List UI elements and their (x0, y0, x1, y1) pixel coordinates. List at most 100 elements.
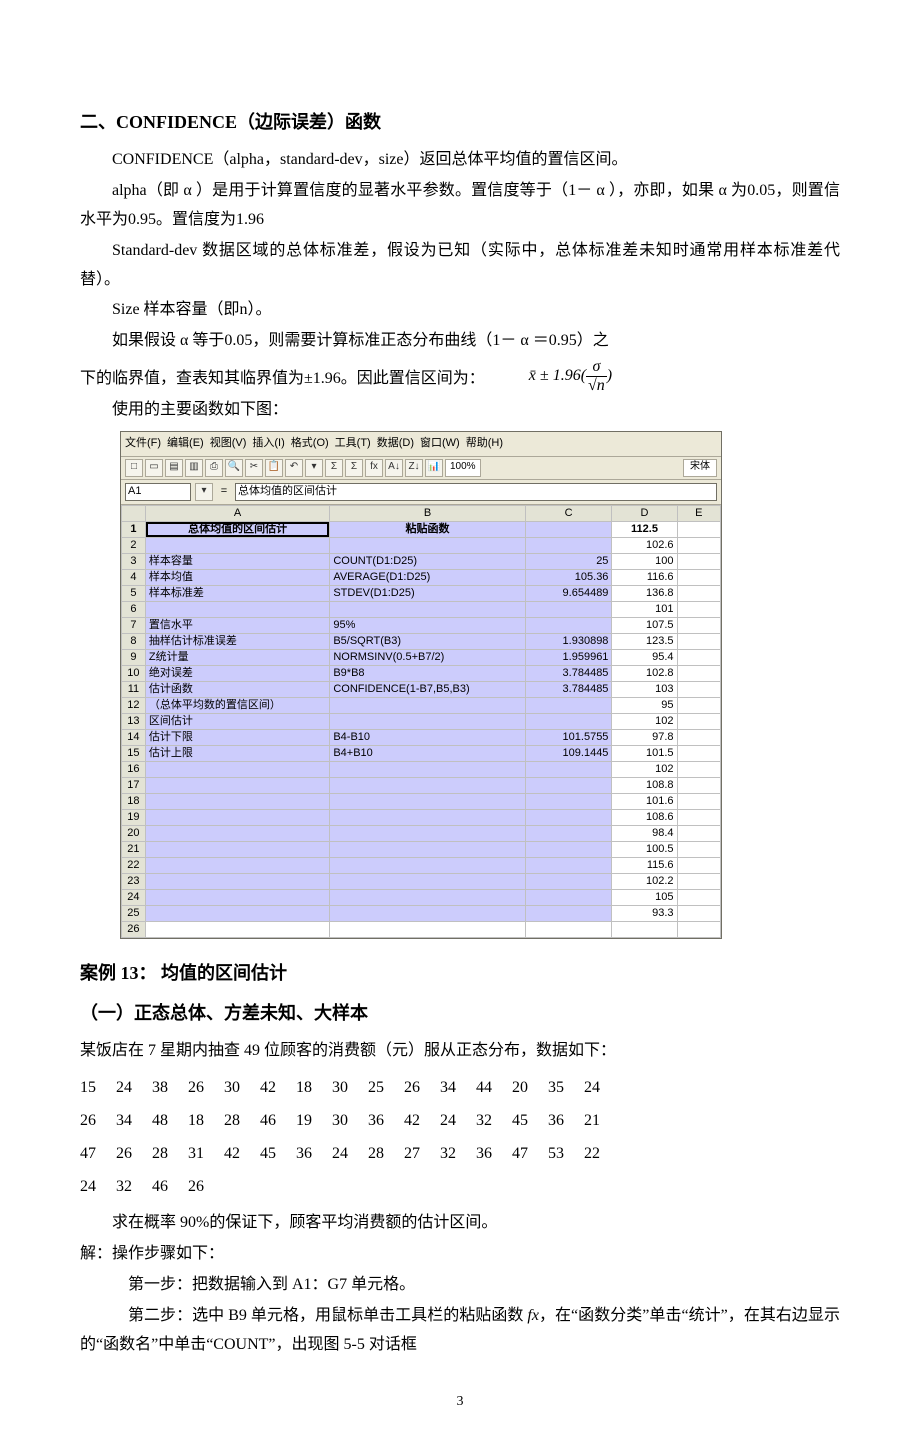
menu-bar[interactable]: 文件(F)编辑(E)视图(V)插入(I)格式(O)工具(T)数据(D)窗口(W)… (121, 432, 721, 457)
cell[interactable]: 108.6 (612, 809, 677, 825)
cell[interactable]: 3.784485 (525, 681, 612, 697)
cell[interactable]: （总体平均数的置信区间） (145, 697, 329, 713)
cell[interactable]: 105.36 (525, 569, 612, 585)
row-header[interactable]: 18 (122, 793, 146, 809)
row-header[interactable]: 5 (122, 585, 146, 601)
menu-item[interactable]: 工具(T) (335, 437, 371, 449)
cell[interactable] (525, 521, 612, 537)
standard-toolbar[interactable]: □▭▤▥⎙🔍✂📋↶▾ΣΣfxA↓Z↓📊100%宋体 (121, 457, 721, 480)
column-header[interactable]: B (330, 505, 525, 521)
toolbar-button-icon[interactable]: fx (365, 459, 383, 477)
cell[interactable] (677, 729, 720, 745)
cell[interactable] (330, 841, 525, 857)
cell[interactable] (330, 857, 525, 873)
cell[interactable]: 102.2 (612, 873, 677, 889)
cell[interactable]: 估计上限 (145, 745, 329, 761)
cell[interactable] (677, 617, 720, 633)
cell[interactable] (145, 841, 329, 857)
row-header[interactable]: 13 (122, 713, 146, 729)
column-header[interactable]: C (525, 505, 612, 521)
cell[interactable] (525, 713, 612, 729)
cell[interactable] (677, 889, 720, 905)
cell[interactable]: 抽样估计标准误差 (145, 633, 329, 649)
cell[interactable] (525, 617, 612, 633)
column-header[interactable]: E (677, 505, 720, 521)
cell[interactable] (525, 921, 612, 937)
cell[interactable] (145, 921, 329, 937)
cell[interactable] (525, 761, 612, 777)
cell[interactable]: 95.4 (612, 649, 677, 665)
cell[interactable] (677, 521, 720, 537)
toolbar-button-icon[interactable]: ▭ (145, 459, 163, 477)
row-header[interactable]: 1 (122, 521, 146, 537)
formula-bar[interactable]: A1 ▾ = 总体均值的区间估计 (121, 480, 721, 505)
cell[interactable]: 98.4 (612, 825, 677, 841)
cell[interactable]: COUNT(D1:D25) (330, 553, 525, 569)
font-selector[interactable]: 宋体 (683, 459, 717, 477)
cell[interactable] (677, 809, 720, 825)
cell[interactable]: B9*B8 (330, 665, 525, 681)
menu-item[interactable]: 视图(V) (210, 437, 247, 449)
toolbar-button-icon[interactable]: ⎙ (205, 459, 223, 477)
cell[interactable] (677, 857, 720, 873)
cell[interactable] (525, 777, 612, 793)
row-header[interactable]: 2 (122, 537, 146, 553)
cell[interactable] (330, 793, 525, 809)
cell[interactable]: STDEV(D1:D25) (330, 585, 525, 601)
toolbar-button-icon[interactable]: Σ (325, 459, 343, 477)
cell[interactable] (677, 665, 720, 681)
cell[interactable]: 107.5 (612, 617, 677, 633)
cell[interactable] (145, 809, 329, 825)
menu-item[interactable]: 数据(D) (377, 437, 414, 449)
cell[interactable]: 101.5 (612, 745, 677, 761)
row-header[interactable]: 24 (122, 889, 146, 905)
cell[interactable] (677, 569, 720, 585)
cell[interactable] (525, 873, 612, 889)
cell[interactable]: 1.959961 (525, 649, 612, 665)
cell[interactable] (525, 793, 612, 809)
toolbar-button-icon[interactable]: Σ (345, 459, 363, 477)
cell[interactable]: 115.6 (612, 857, 677, 873)
cell[interactable] (612, 921, 677, 937)
cell[interactable] (330, 601, 525, 617)
row-header[interactable]: 3 (122, 553, 146, 569)
cell[interactable] (677, 697, 720, 713)
cell[interactable]: 95 (612, 697, 677, 713)
menu-item[interactable]: 编辑(E) (167, 437, 204, 449)
cell[interactable]: 105 (612, 889, 677, 905)
cell[interactable]: 样本标准差 (145, 585, 329, 601)
cell[interactable] (145, 761, 329, 777)
cell[interactable]: 103 (612, 681, 677, 697)
cell[interactable]: 25 (525, 553, 612, 569)
row-header[interactable]: 6 (122, 601, 146, 617)
cell[interactable] (677, 841, 720, 857)
row-header[interactable]: 20 (122, 825, 146, 841)
cell[interactable]: Z统计量 (145, 649, 329, 665)
cell[interactable] (677, 713, 720, 729)
cell[interactable] (145, 857, 329, 873)
cell[interactable] (677, 745, 720, 761)
cell[interactable] (677, 777, 720, 793)
cell[interactable] (525, 825, 612, 841)
cell[interactable]: 100.5 (612, 841, 677, 857)
select-all-corner[interactable] (122, 505, 146, 521)
toolbar-button-icon[interactable]: □ (125, 459, 143, 477)
cell[interactable] (677, 873, 720, 889)
cell[interactable]: 9.654489 (525, 585, 612, 601)
row-header[interactable]: 7 (122, 617, 146, 633)
cell[interactable] (525, 537, 612, 553)
cell[interactable] (330, 809, 525, 825)
cell[interactable] (677, 761, 720, 777)
name-box[interactable]: A1 (125, 483, 191, 501)
cell[interactable]: 估计下限 (145, 729, 329, 745)
row-header[interactable]: 15 (122, 745, 146, 761)
row-header[interactable]: 25 (122, 905, 146, 921)
cell[interactable]: 101.5755 (525, 729, 612, 745)
cell[interactable]: 置信水平 (145, 617, 329, 633)
cell[interactable] (330, 761, 525, 777)
row-header[interactable]: 14 (122, 729, 146, 745)
menu-item[interactable]: 窗口(W) (420, 437, 460, 449)
cell[interactable] (677, 825, 720, 841)
toolbar-button-icon[interactable]: ↶ (285, 459, 303, 477)
cell[interactable]: 102 (612, 713, 677, 729)
